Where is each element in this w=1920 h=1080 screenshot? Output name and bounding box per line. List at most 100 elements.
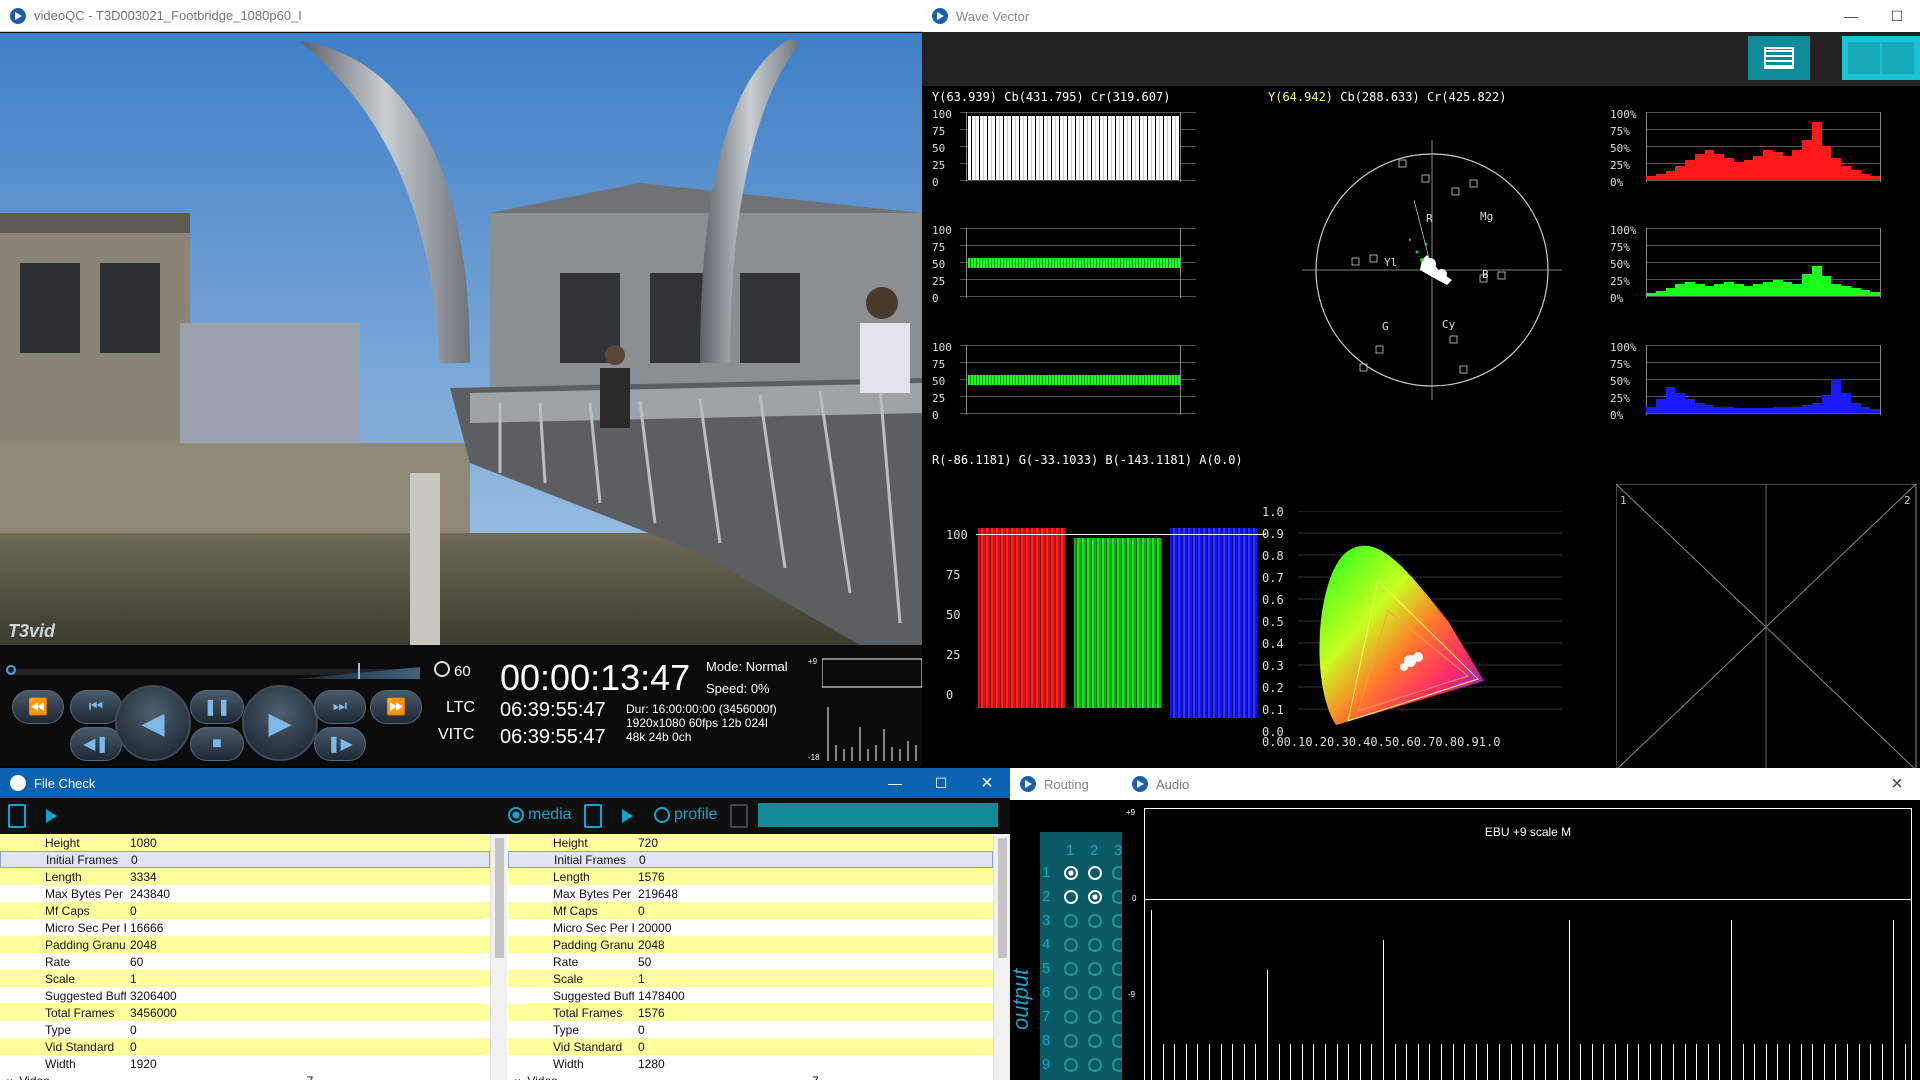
pause-button[interactable]: ❚❚ <box>190 690 244 724</box>
quad-layout-button[interactable] <box>1842 36 1920 80</box>
routing-node[interactable] <box>1064 866 1078 880</box>
list-layout-button[interactable] <box>1748 36 1810 80</box>
playhead-knob[interactable] <box>6 665 16 675</box>
chevron-down-icon[interactable]: ∨ <box>6 1077 13 1080</box>
routing-node[interactable] <box>1088 914 1102 928</box>
wavevector-titlebar[interactable]: Wave Vector — ☐ <box>922 0 1920 32</box>
minimize-icon[interactable]: — <box>872 768 918 799</box>
property-row[interactable]: Length 1576 <box>508 868 993 885</box>
property-row[interactable]: Scale 1 <box>508 970 993 987</box>
routing-titlebar[interactable]: Routing <box>1010 768 1122 800</box>
routing-node[interactable] <box>1112 1010 1122 1024</box>
property-row[interactable]: Initial Frames 0 <box>0 851 490 868</box>
play-button[interactable]: ▶ <box>242 685 318 761</box>
routing-node[interactable] <box>1064 1034 1078 1048</box>
property-row[interactable]: Scale 1 <box>0 970 490 987</box>
fast-forward-button[interactable]: ⏩ <box>370 690 422 724</box>
property-row[interactable]: Total Frames 3456000 <box>0 1004 490 1021</box>
property-row[interactable]: Type 0 <box>508 1021 993 1038</box>
property-row[interactable]: Height 720 <box>508 834 993 851</box>
routing-node[interactable] <box>1112 986 1122 1000</box>
routing-node[interactable] <box>1064 890 1078 904</box>
maximize-icon[interactable]: ☐ <box>1874 0 1920 32</box>
routing-node[interactable] <box>1112 1034 1122 1048</box>
left-scrollbar[interactable] <box>490 834 507 1080</box>
property-row[interactable]: Rate 50 <box>508 953 993 970</box>
volume-slider-thumb[interactable] <box>357 663 360 679</box>
play-reverse-button[interactable]: ◀ <box>115 685 191 761</box>
property-row[interactable]: Padding Granularity 2048 <box>508 936 993 953</box>
histogram-bar <box>1772 407 1783 413</box>
routing-node[interactable] <box>1064 938 1078 952</box>
property-row[interactable]: Width 1920 <box>0 1055 490 1072</box>
routing-node[interactable] <box>1088 890 1102 904</box>
skip-end-button[interactable]: ⏭ <box>314 690 366 724</box>
minimize-icon[interactable]: — <box>1828 0 1874 32</box>
profile-label[interactable]: profile <box>674 806 718 824</box>
routing-node[interactable] <box>1064 1058 1078 1072</box>
routing-node[interactable] <box>1112 938 1122 952</box>
right-scrollbar[interactable] <box>993 834 1010 1080</box>
property-row[interactable]: Max Bytes Per Sec 243840 <box>0 885 490 902</box>
property-row[interactable]: Rate 60 <box>0 953 490 970</box>
routing-node[interactable] <box>1064 986 1078 1000</box>
run-check-button[interactable] <box>46 809 57 823</box>
group-row-video[interactable]: ∨ Video 7 <box>508 1072 993 1080</box>
routing-node[interactable] <box>1088 1010 1102 1024</box>
filecheck-titlebar[interactable]: File Check — ☐ × <box>0 768 1010 798</box>
profile-doc-icon[interactable] <box>730 804 748 828</box>
loop-icon[interactable] <box>434 661 450 677</box>
routing-node[interactable] <box>1088 1058 1102 1072</box>
property-row[interactable]: Initial Frames 0 <box>508 851 993 868</box>
group-row-video[interactable]: ∨ Video 7 <box>0 1072 490 1080</box>
audio-titlebar[interactable]: Audio × <box>1122 768 1920 800</box>
property-row[interactable]: Mf Caps 0 <box>0 902 490 919</box>
property-row[interactable]: Suggested Buffer Size 1478400 <box>508 987 993 1004</box>
routing-node[interactable] <box>1064 914 1078 928</box>
property-row[interactable]: Mf Caps 0 <box>508 902 993 919</box>
fast-rewind-button[interactable]: ⏪ <box>12 690 64 724</box>
routing-node[interactable] <box>1088 986 1102 1000</box>
routing-node[interactable] <box>1088 938 1102 952</box>
open-media-icon[interactable] <box>584 804 602 828</box>
property-row[interactable]: Width 1280 <box>508 1055 993 1072</box>
routing-node[interactable] <box>1088 1034 1102 1048</box>
media-label[interactable]: media <box>528 806 572 824</box>
videoqc-titlebar[interactable]: videoQC - T3D003021_Footbridge_1080p60_I <box>0 0 922 32</box>
routing-node[interactable] <box>1088 866 1102 880</box>
close-icon[interactable]: × <box>1874 768 1920 800</box>
property-row[interactable]: Max Bytes Per Sec 219648 <box>508 885 993 902</box>
stop-button[interactable]: ■ <box>190 727 244 761</box>
video-viewport[interactable]: T3vid <box>0 33 922 645</box>
routing-node[interactable] <box>1112 866 1122 880</box>
close-icon[interactable]: × <box>964 768 1010 799</box>
routing-node[interactable] <box>1112 962 1122 976</box>
routing-node[interactable] <box>1112 914 1122 928</box>
routing-node[interactable] <box>1064 1010 1078 1024</box>
wave-tick-label: 75 <box>932 358 946 371</box>
property-row[interactable]: Vid Standard 0 <box>0 1038 490 1055</box>
property-row[interactable]: Suggested Buffer Size 3206400 <box>0 987 490 1004</box>
profile-radio[interactable] <box>654 807 670 823</box>
property-name: Micro Sec Per Frame <box>45 920 126 935</box>
chevron-down-icon[interactable]: ∨ <box>514 1077 521 1080</box>
routing-node[interactable] <box>1064 962 1078 976</box>
property-row[interactable]: Vid Standard 0 <box>508 1038 993 1055</box>
profile-path-field[interactable] <box>758 803 998 827</box>
routing-node[interactable] <box>1112 890 1122 904</box>
property-row[interactable]: Type 0 <box>0 1021 490 1038</box>
maximize-icon[interactable]: ☐ <box>918 768 964 799</box>
property-row[interactable]: Height 1080 <box>0 834 490 851</box>
routing-node[interactable] <box>1112 1058 1122 1072</box>
property-row[interactable]: Micro Sec Per Frame 16666 <box>0 919 490 936</box>
property-row[interactable]: Total Frames 1576 <box>508 1004 993 1021</box>
step-forward-button[interactable]: ❚▶ <box>314 727 366 761</box>
property-row[interactable]: Padding Granularity 2048 <box>0 936 490 953</box>
property-row[interactable]: Length 3334 <box>0 868 490 885</box>
run-media-button[interactable] <box>622 809 633 823</box>
media-radio[interactable] <box>508 807 524 823</box>
routing-node[interactable] <box>1088 962 1102 976</box>
property-row[interactable]: Micro Sec Per Frame 20000 <box>508 919 993 936</box>
open-file-icon[interactable] <box>8 804 26 828</box>
step-back-button[interactable]: ◀❚ <box>70 727 122 761</box>
